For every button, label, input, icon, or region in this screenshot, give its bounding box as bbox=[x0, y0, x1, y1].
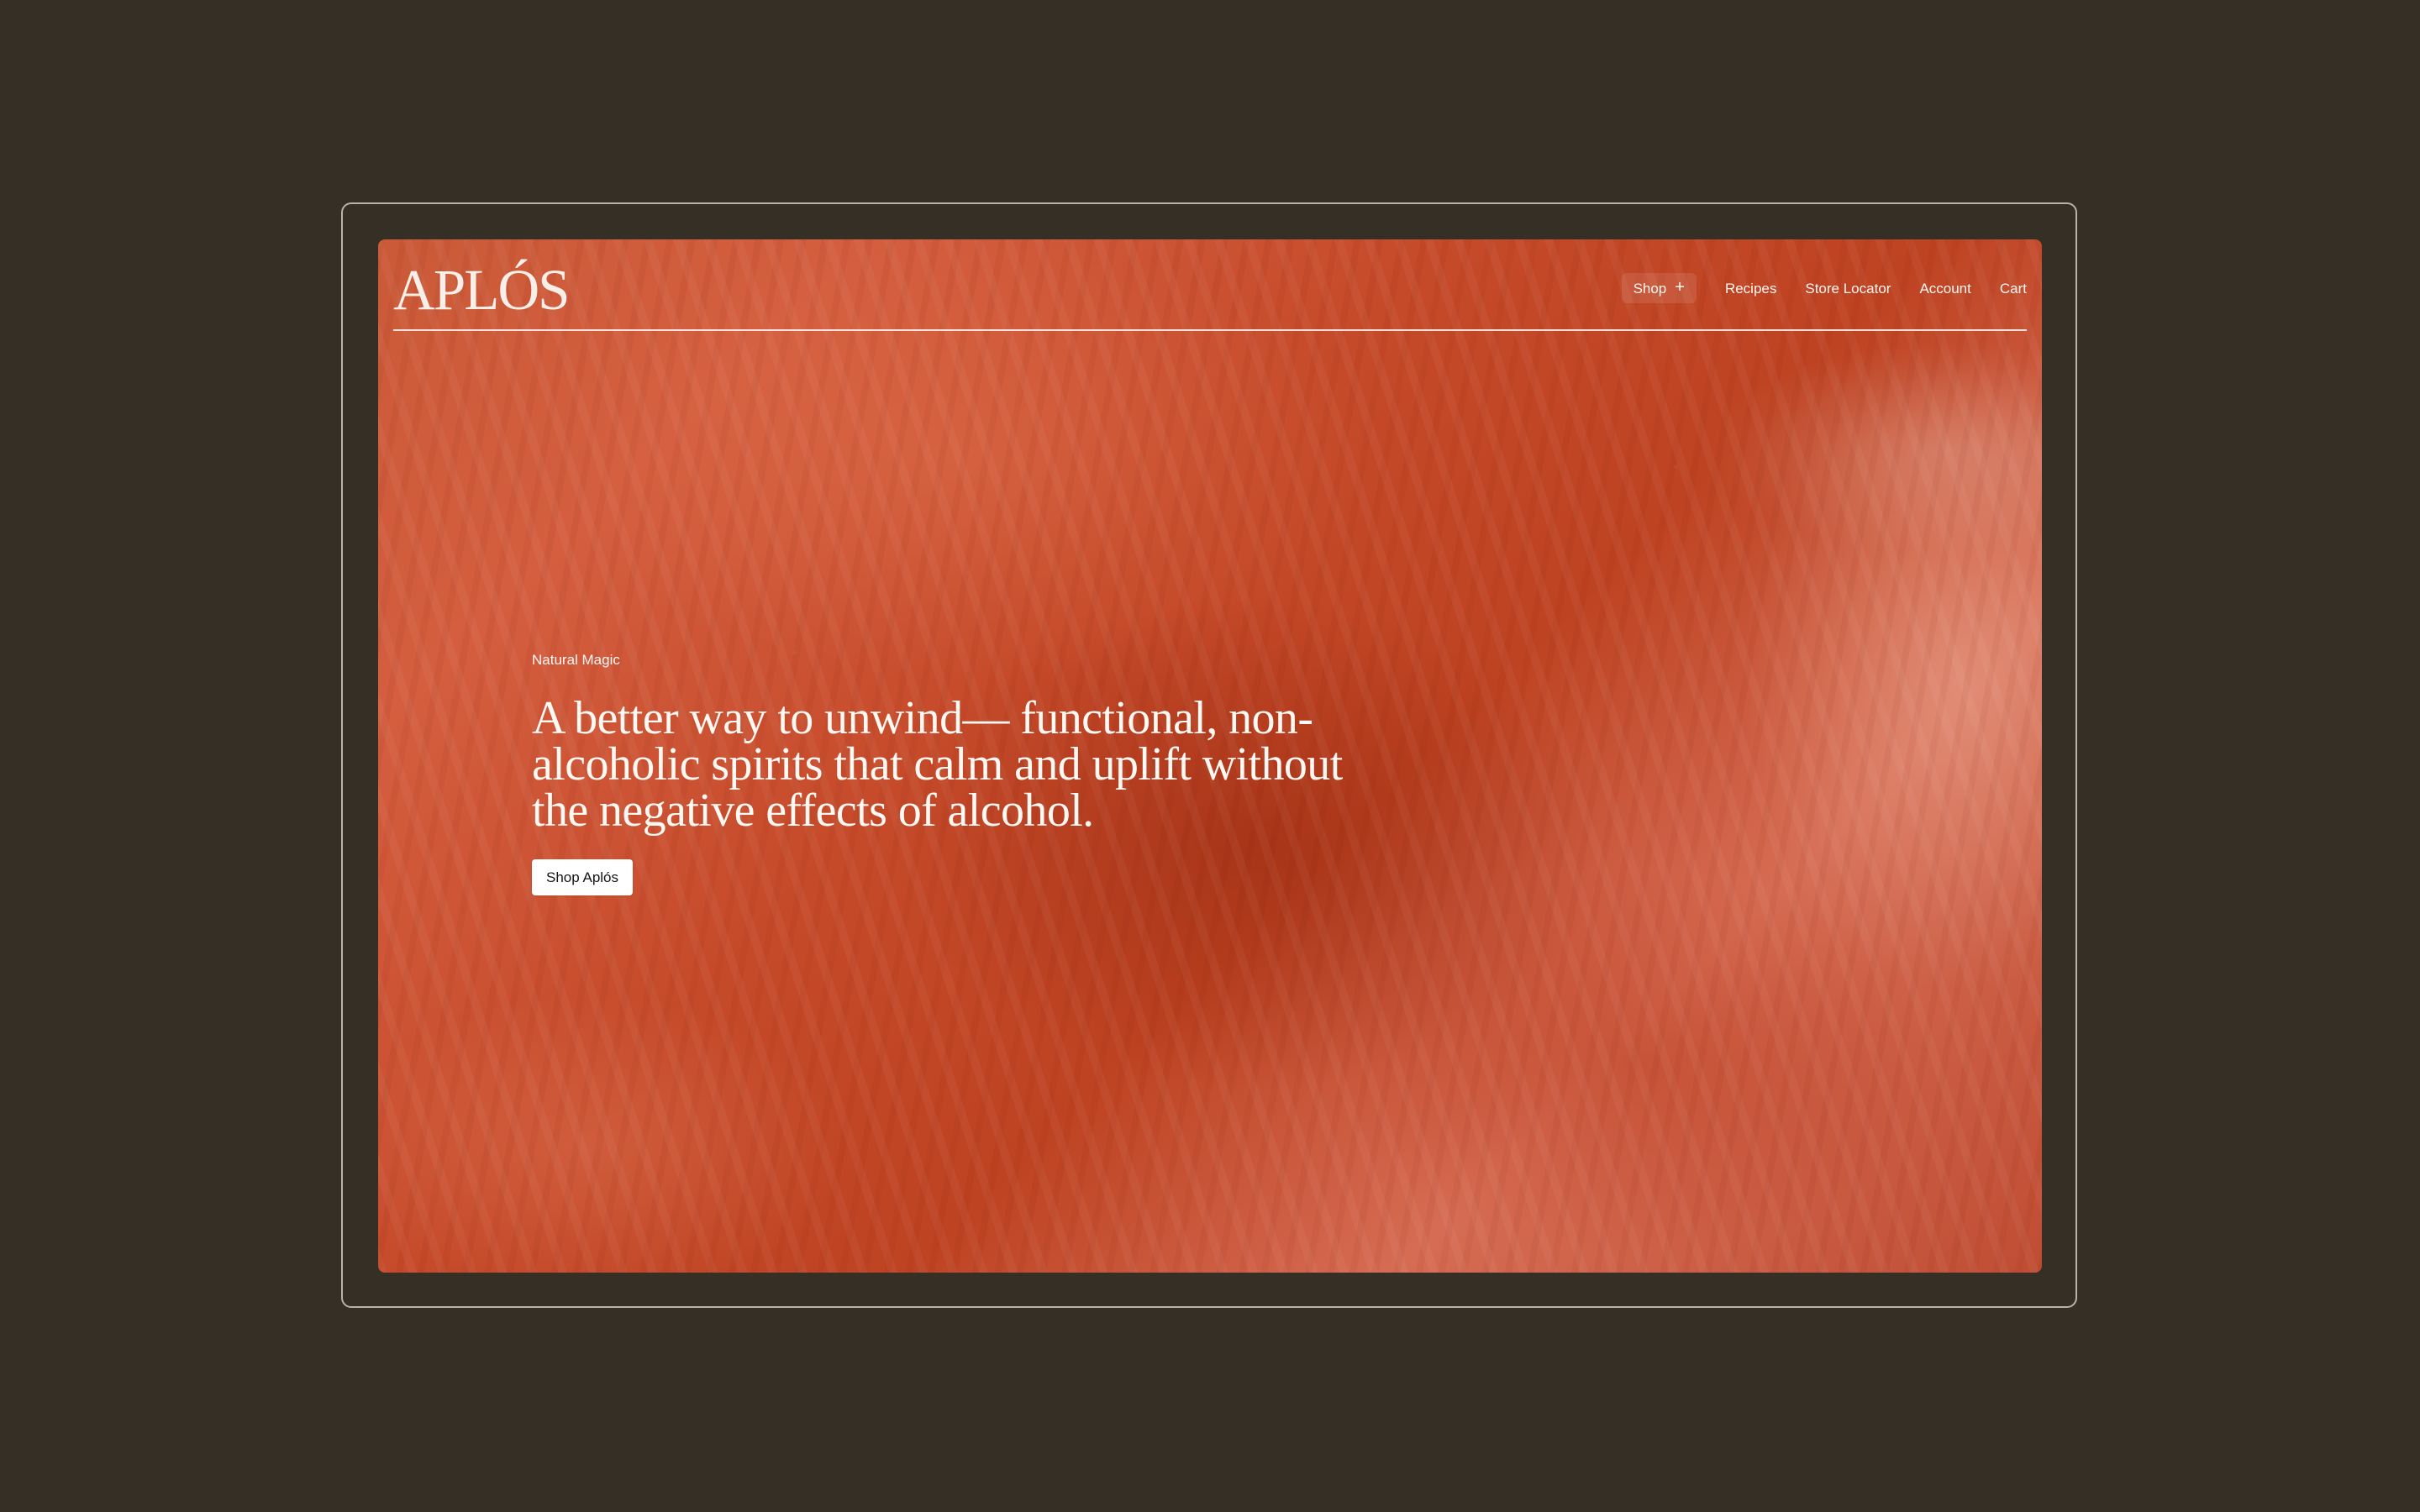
brand-logo[interactable]: APLÓS bbox=[393, 261, 571, 319]
site-header: APLÓS Shop + Recipes Store Locator Accou… bbox=[393, 239, 2027, 331]
hero-eyebrow: Natural Magic bbox=[532, 652, 620, 668]
hero-section: Natural Magic A better way to unwind— fu… bbox=[532, 653, 1355, 895]
website-screen: APLÓS Shop + Recipes Store Locator Accou… bbox=[378, 239, 2042, 1273]
main-navigation: Shop + Recipes Store Locator Account Car… bbox=[1593, 273, 2027, 303]
shop-aplos-button[interactable]: Shop Aplós bbox=[532, 859, 634, 895]
nav-item-store-locator[interactable]: Store Locator bbox=[1805, 281, 1891, 296]
nav-item-cart[interactable]: Cart bbox=[2000, 281, 2027, 296]
plus-icon: + bbox=[1675, 278, 1685, 297]
nav-item-recipes[interactable]: Recipes bbox=[1725, 281, 1776, 296]
nav-shop-label: Shop bbox=[1633, 280, 1667, 297]
nav-item-shop[interactable]: Shop + bbox=[1621, 273, 1697, 303]
nav-item-account[interactable]: Account bbox=[1919, 281, 1970, 296]
hero-headline: A better way to unwind— functional, non-… bbox=[532, 692, 1343, 837]
